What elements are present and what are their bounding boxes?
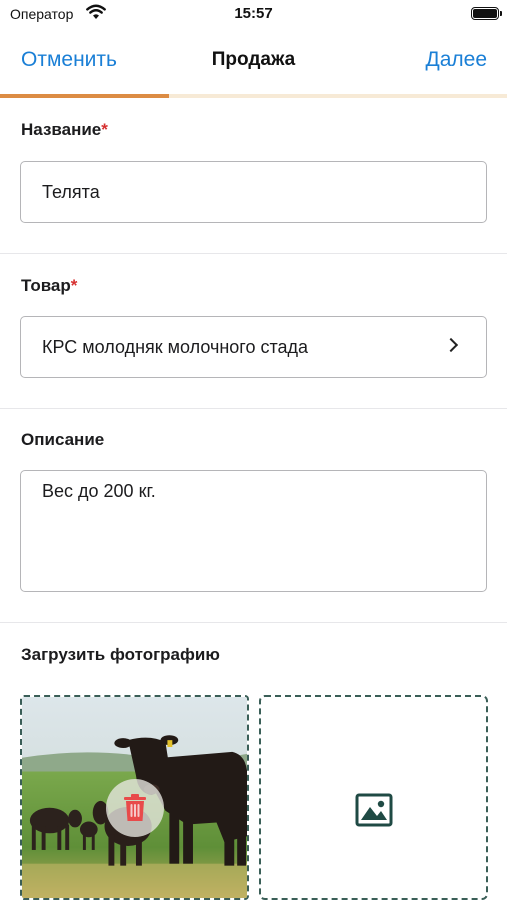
description-textarea[interactable]: Вес до 200 кг.	[20, 470, 487, 592]
product-label-text: Товар	[21, 276, 71, 295]
required-mark: *	[70, 276, 78, 295]
product-label: Товар*	[21, 276, 77, 296]
photos-label: Загрузить фотографию	[21, 645, 220, 665]
trash-icon	[124, 794, 146, 821]
name-label-text: Название	[21, 120, 102, 139]
section-divider	[0, 408, 507, 409]
required-mark: *	[101, 120, 108, 139]
name-field-value: Телята	[42, 182, 100, 202]
description-textarea-value: Вес до 200 кг.	[42, 481, 156, 501]
status-bar: Оператор 15:57	[0, 0, 507, 28]
clock: 15:57	[234, 5, 273, 22]
navigation-bar: Отменить Продажа Далее	[0, 36, 507, 86]
name-label: Название*	[21, 120, 108, 140]
name-field[interactable]: Телята	[20, 161, 487, 223]
uploaded-photo[interactable]	[20, 695, 249, 900]
progress-bar	[0, 94, 507, 98]
progress-bar-fill	[0, 94, 169, 98]
description-label-text: Описание	[21, 430, 105, 449]
add-photo-button[interactable]	[259, 695, 488, 900]
battery-icon	[471, 7, 502, 20]
product-select-value: КРС молодняк молочного стада	[42, 337, 309, 357]
section-divider	[0, 622, 507, 623]
section-divider	[0, 253, 507, 254]
photos-label-text: Загрузить фотографию	[21, 645, 220, 664]
image-add-icon	[355, 793, 393, 827]
chevron-right-icon	[443, 337, 459, 353]
product-select[interactable]: КРС молодняк молочного стада	[20, 316, 487, 378]
description-label: Описание	[21, 430, 104, 450]
delete-photo-button[interactable]	[106, 779, 164, 837]
next-button[interactable]: Далее	[425, 48, 487, 72]
